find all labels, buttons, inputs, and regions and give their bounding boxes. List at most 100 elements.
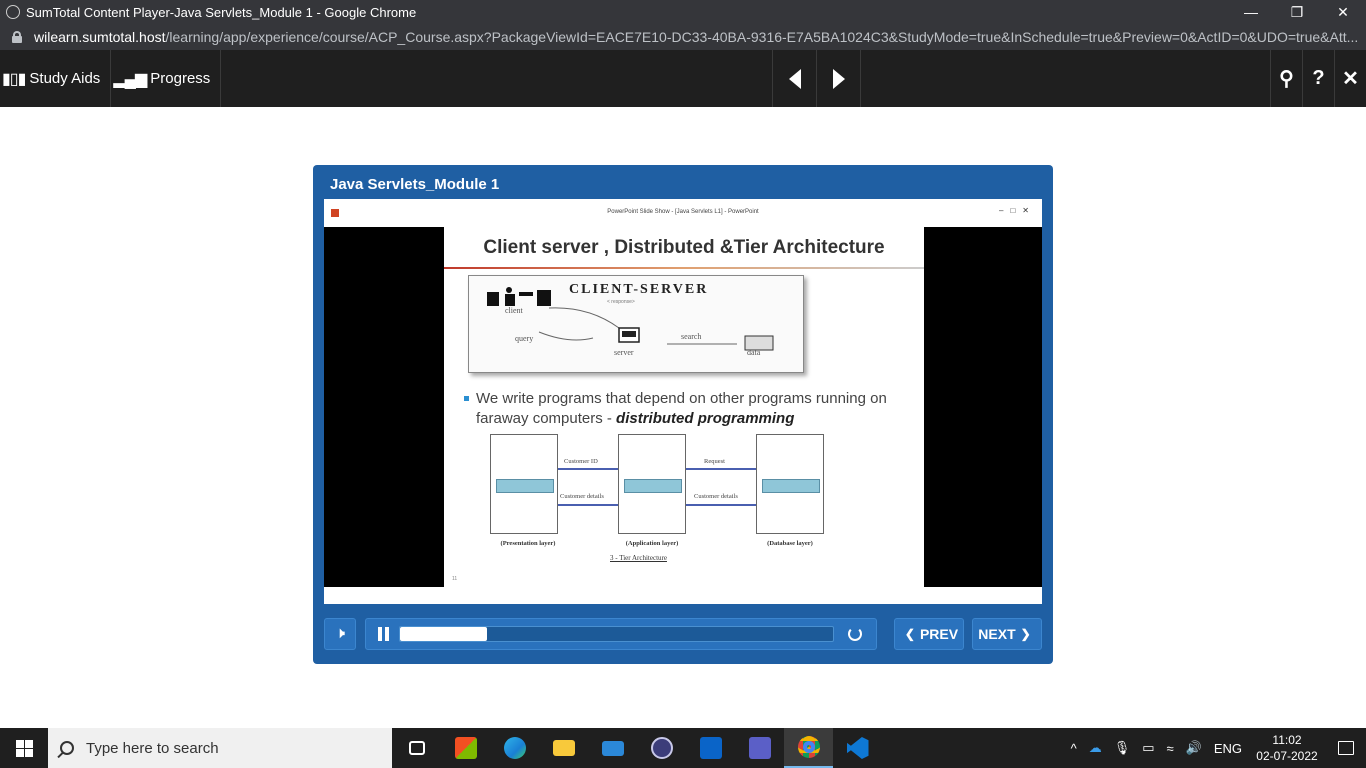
minimize-icon[interactable]: —	[1228, 0, 1274, 24]
database-tier-box	[756, 434, 824, 534]
player-title: Java Servlets_Module 1	[330, 176, 500, 193]
link-label-customer-id: Customer ID	[564, 458, 598, 465]
clock-time: 11:02	[1272, 733, 1302, 747]
prev-label: PREV	[919, 626, 959, 642]
player-toolbar: ▮▯▮ Study Aids ▂▄▆ Progress ⚲ ? ✕	[0, 50, 1366, 107]
tier-link-2-top	[686, 468, 756, 470]
edge-icon[interactable]	[490, 728, 539, 768]
wifi-icon[interactable]: ≈	[1167, 741, 1174, 756]
progress-bars-icon: ▂▄▆	[113, 70, 147, 88]
playback-bar	[365, 618, 877, 650]
lock-icon	[12, 31, 22, 43]
taskbar-search-placeholder: Type here to search	[86, 739, 219, 757]
windows-start-icon[interactable]	[0, 728, 48, 768]
clock[interactable]: 11:02 02-07-2022	[1248, 732, 1326, 764]
help-icon[interactable]: ?	[1302, 50, 1334, 107]
language-indicator[interactable]: ENG	[1214, 741, 1242, 756]
slide-bottom-strip	[324, 587, 1042, 604]
chevron-up-icon[interactable]: ^	[1071, 741, 1077, 756]
progress-button[interactable]: ▂▄▆ Progress	[111, 50, 222, 107]
browser-title-bar: SumTotal Content Player-Java Servlets_Mo…	[0, 0, 1366, 24]
database-tier-component	[762, 479, 820, 493]
system-tray: ^ ☁ 🎙 ▭ ≈ 🔊 ENG 11:02 02-07-2022	[1065, 732, 1366, 764]
slide-frame: PowerPoint Slide Show - [Java Servlets L…	[324, 199, 1042, 604]
taskbar-search-box[interactable]: Type here to search	[48, 728, 392, 768]
close-player-icon[interactable]: ✕	[1334, 50, 1366, 107]
study-aids-button[interactable]: ▮▯▮ Study Aids	[0, 50, 112, 107]
study-aids-label: Study Aids	[29, 70, 101, 87]
file-explorer-icon[interactable]	[539, 728, 588, 768]
speaker-icon: 🕨	[334, 625, 346, 642]
outlook-icon[interactable]	[686, 728, 735, 768]
playback-progress-fill	[400, 627, 487, 641]
three-tier-diagram: Customer ID Customer details Request Cus…	[490, 434, 830, 574]
bullet-emphasis: distributed programming	[616, 410, 795, 427]
powerpoint-window-controls: –□✕	[999, 206, 1036, 215]
prev-button[interactable]: ❮ PREV	[894, 618, 964, 650]
volume-icon[interactable]: 🔊	[1186, 740, 1202, 756]
caption-presentation-layer: (Presentation layer)	[500, 540, 556, 547]
powerpoint-window-bar: PowerPoint Slide Show - [Java Servlets L…	[324, 199, 1042, 227]
slide-number: 11	[452, 576, 458, 582]
bullet-text-wrap: We write programs that depend on other p…	[464, 389, 904, 429]
powerpoint-window-title: PowerPoint Slide Show - [Java Servlets L…	[607, 209, 759, 215]
presentation-tier-component	[496, 479, 554, 493]
slide-heading: Client server , Distributed &Tier Archit…	[483, 237, 885, 258]
onedrive-icon[interactable]: ☁	[1089, 740, 1102, 756]
pause-button[interactable]	[378, 627, 389, 641]
application-tier-box	[618, 434, 686, 534]
window-title: SumTotal Content Player-Java Servlets_Mo…	[26, 4, 417, 20]
caption-database-layer: (Database layer)	[767, 540, 813, 547]
client-server-diagram: CLIENT-SERVER < response> client query s…	[468, 275, 804, 373]
tier-architecture-title: 3 - Tier Architecture	[610, 554, 667, 562]
bullet-dot	[464, 396, 469, 401]
previous-page-button[interactable]	[772, 50, 816, 107]
url-path: /learning/app/experience/course/ACP_Cour…	[165, 29, 1359, 45]
study-aids-icon: ▮▯▮	[2, 70, 26, 88]
site-favicon-icon	[6, 5, 20, 19]
notification-icon[interactable]	[1326, 741, 1366, 755]
playback-progress[interactable]	[399, 626, 834, 642]
slide: Client server , Distributed &Tier Archit…	[444, 227, 924, 587]
next-page-button[interactable]	[816, 50, 860, 107]
arrow-right-icon	[832, 68, 845, 89]
url-host: wilearn.sumtotal.host	[34, 29, 166, 45]
caption-application-layer: (Application layer)	[625, 540, 679, 547]
chrome-icon[interactable]	[784, 728, 833, 768]
microphone-icon[interactable]: 🎙	[1114, 740, 1131, 756]
client-server-arrows	[538, 307, 774, 351]
teams-icon[interactable]	[735, 728, 784, 768]
next-button[interactable]: NEXT ❯	[972, 618, 1042, 650]
search-icon[interactable]: ⚲	[1270, 50, 1302, 107]
link-label-customer-details-1: Customer details	[560, 493, 604, 500]
task-view-icon[interactable]	[392, 728, 441, 768]
progress-label: Progress	[150, 70, 211, 87]
slide-bullet: We write programs that depend on other p…	[464, 389, 904, 429]
next-label: NEXT	[978, 626, 1016, 642]
clock-date: 02-07-2022	[1256, 749, 1318, 763]
windows-taskbar: Type here to search ^ ☁ 🎙 ▭ ≈ 🔊 ENG 11:0…	[0, 728, 1366, 768]
vpn-icon[interactable]	[637, 728, 686, 768]
chevron-left-icon: ❮	[904, 627, 915, 641]
link-label-request: Request	[704, 458, 725, 465]
restore-icon[interactable]: ❐	[1274, 0, 1320, 24]
address-bar[interactable]: wilearn.sumtotal.host /learning/app/expe…	[0, 24, 1366, 50]
application-tier-component	[624, 479, 682, 493]
vscode-icon[interactable]	[833, 728, 882, 768]
microsoft-store-icon[interactable]	[441, 728, 490, 768]
replay-icon[interactable]	[848, 627, 862, 641]
tier-link-1-top	[558, 468, 618, 470]
tier-link-2-bottom	[686, 504, 756, 506]
content-player: Java Servlets_Module 1 PowerPoint Slide …	[313, 165, 1053, 664]
volume-button[interactable]: 🕨	[324, 618, 356, 650]
presentation-tier-box	[490, 434, 558, 534]
heading-rule	[444, 267, 924, 269]
tier-link-1-bottom	[558, 504, 618, 506]
arrow-left-icon	[788, 68, 801, 89]
chevron-right-icon: ❯	[1020, 627, 1031, 641]
battery-icon[interactable]: ▭	[1142, 740, 1154, 756]
search-icon	[60, 741, 74, 755]
close-window-icon[interactable]: ✕	[1320, 0, 1366, 24]
mail-icon[interactable]	[588, 728, 637, 768]
link-label-customer-details-2: Customer details	[694, 493, 738, 500]
